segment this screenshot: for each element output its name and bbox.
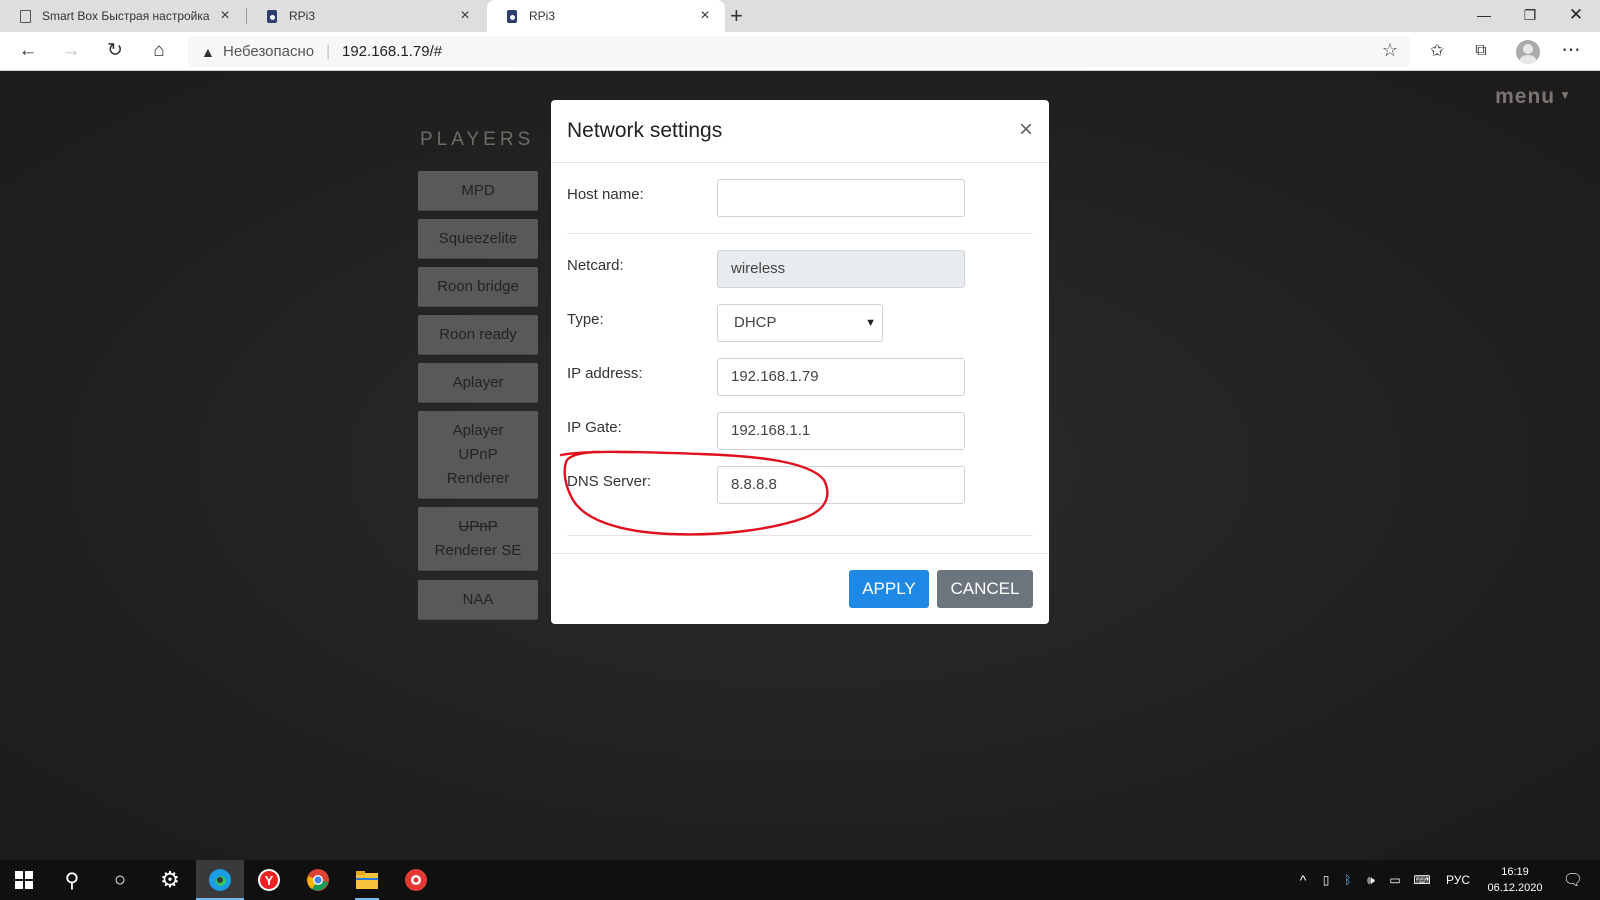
yandex-browser-icon[interactable]: Y [245, 860, 293, 900]
reload-icon[interactable]: ↻ [96, 32, 134, 70]
back-icon[interactable]: ← [9, 32, 47, 70]
netcard-field: wireless [717, 250, 965, 288]
section-divider [567, 535, 1033, 536]
close-tab-icon[interactable]: × [455, 7, 475, 25]
new-tab-icon[interactable]: + [730, 3, 752, 29]
type-select[interactable]: DHCP ▼ [717, 304, 883, 342]
chevron-down-icon: ▼ [865, 317, 876, 329]
security-label[interactable]: Небезопасно [223, 43, 314, 60]
document-icon [18, 9, 32, 23]
clock-date: 06.12.2020 [1487, 882, 1543, 894]
browser-tab-rpi3-1[interactable]: RPi3 × [247, 0, 485, 32]
close-window-icon[interactable]: ✕ [1553, 0, 1599, 32]
browser-tab-smartbox[interactable]: Smart Box Быстрая настройка × [0, 0, 245, 32]
bluetooth-icon[interactable]: ᛒ [1338, 860, 1358, 900]
app-red-icon[interactable] [392, 860, 440, 900]
tab-title: RPi3 [289, 9, 316, 23]
favorites-icon[interactable]: ✩ [1418, 32, 1456, 70]
windows-taskbar: ⚲ ○ ⚙ Y ^ ▯ ᛒ 🕪 ▭ ⌨ РУС 16:19 06.12.2020… [0, 860, 1600, 900]
clock[interactable]: 16:19 06.12.2020 [1480, 864, 1550, 896]
apply-button[interactable]: APPLY [849, 570, 929, 608]
warning-icon[interactable]: ▲ [201, 44, 217, 60]
address-bar[interactable]: ▲ Небезопасно | 192.168.1.79/# ☆ [188, 36, 1410, 67]
url-text[interactable]: 192.168.1.79/# [342, 43, 442, 60]
file-explorer-icon[interactable] [343, 860, 391, 900]
profile-avatar[interactable] [1516, 40, 1540, 64]
network-icon[interactable]: ▭ [1384, 860, 1406, 900]
ip-address-label: IP address: [567, 365, 643, 382]
keyboard-icon[interactable]: ⌨ [1408, 860, 1436, 900]
notifications-icon[interactable]: 🗨 [1556, 860, 1590, 900]
browser-tab-rpi3-active[interactable]: RPi3 × [487, 0, 725, 32]
svg-text:Y: Y [265, 873, 274, 888]
netcard-label: Netcard: [567, 257, 624, 274]
settings-gear-icon[interactable]: ⚙ [146, 860, 194, 900]
device-icon[interactable]: ▯ [1316, 860, 1336, 900]
home-icon[interactable]: ⌂ [140, 32, 178, 70]
clock-time: 16:19 [1501, 866, 1529, 878]
cortana-icon[interactable]: ○ [96, 860, 144, 900]
close-tab-icon[interactable]: × [215, 7, 235, 25]
more-icon[interactable]: ⋯ [1552, 32, 1590, 70]
search-icon[interactable]: ⚲ [48, 860, 96, 900]
ip-gate-input[interactable]: 192.168.1.1 [717, 412, 965, 450]
speaker-icon [265, 9, 279, 23]
windows-start-icon[interactable] [0, 860, 48, 900]
host-name-label: Host name: [567, 186, 644, 203]
type-select-value: DHCP [734, 314, 777, 331]
star-icon[interactable]: ☆ [1382, 40, 1398, 61]
section-divider [567, 233, 1033, 234]
cancel-button[interactable]: CANCEL [937, 570, 1033, 608]
modal-footer-divider [551, 553, 1049, 554]
restore-icon[interactable]: ❐ [1507, 0, 1553, 32]
close-tab-icon[interactable]: × [695, 7, 715, 25]
speaker-icon [505, 9, 519, 23]
edge-browser-icon[interactable] [196, 860, 244, 900]
volume-icon[interactable]: 🕪 [1360, 860, 1382, 900]
forward-icon[interactable]: → [52, 32, 90, 70]
show-hidden-icons-icon[interactable]: ^ [1292, 860, 1314, 900]
close-icon[interactable]: × [1019, 118, 1033, 142]
browser-tab-strip: Smart Box Быстрая настройка × RPi3 × RPi… [0, 0, 1600, 32]
type-label: Type: [567, 311, 604, 328]
dns-server-label: DNS Server: [567, 473, 652, 490]
address-separator: | [326, 43, 330, 60]
collections-icon[interactable]: ⧉ [1462, 32, 1500, 70]
network-settings-modal: Network settings × Host name: Netcard: w… [551, 100, 1049, 624]
minimize-icon[interactable]: — [1461, 0, 1507, 32]
dns-server-input[interactable]: 8.8.8.8 [717, 466, 965, 504]
chrome-icon[interactable] [294, 860, 342, 900]
host-name-input[interactable] [717, 179, 965, 217]
ip-address-input[interactable]: 192.168.1.79 [717, 358, 965, 396]
tab-title: Smart Box Быстрая настройка [42, 9, 210, 23]
tab-title: RPi3 [529, 9, 556, 23]
language-indicator[interactable]: РУС [1440, 860, 1476, 900]
modal-title: Network settings [567, 119, 723, 142]
browser-toolbar: ← → ↻ ⌂ ▲ Небезопасно | 192.168.1.79/# ☆… [0, 32, 1600, 71]
ip-gate-label: IP Gate: [567, 419, 622, 436]
modal-header: Network settings × [551, 100, 1049, 163]
